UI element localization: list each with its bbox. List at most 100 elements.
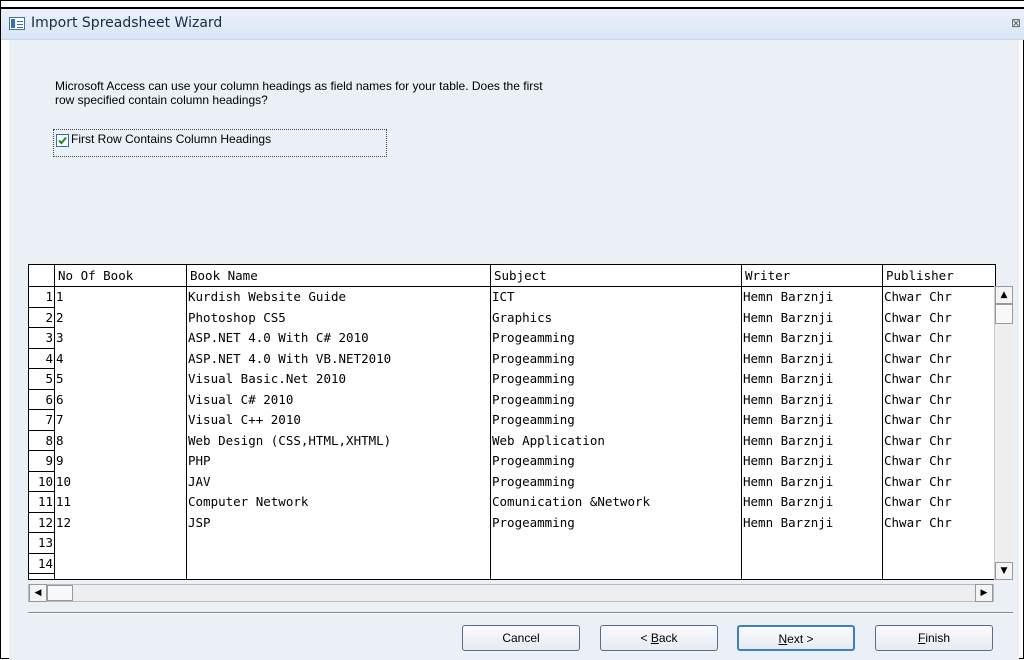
back-button[interactable]: < Back [600,625,718,651]
column-publisher[interactable]: Chwar Chr Chwar Chr Chwar Chr Chwar Chr Chwa… [883,287,995,579]
row-number[interactable]: 6 [29,390,55,410]
table-cell: 3 [56,330,64,345]
close-icon[interactable]: ⊠ [1011,16,1021,30]
table-cell: Hemn Barznji [743,473,834,489]
window-top-edge [1,1,1024,9]
column-header-publisher[interactable]: Publisher [883,265,995,287]
table-cell: Chwar Chr [884,391,952,407]
table-cell [187,533,490,554]
row-number[interactable]: 8 [29,431,55,451]
table-cell: Chwar Chr [884,412,952,427]
column-header-no-of-book[interactable]: No Of Book [55,265,187,287]
table-cell: Hemn Barznji [743,350,834,366]
table-cell [491,533,741,554]
table-cell: 7 [56,412,64,427]
column-header-writer[interactable]: Writer [742,265,883,287]
table-cell: Graphics [492,309,553,325]
footer-divider [28,612,1013,614]
table-cell: 9 [56,453,64,468]
table-cell [187,554,490,575]
cancel-button[interactable]: Cancel [462,625,580,651]
instructions-text: Microsoft Access can use your column hea… [55,79,675,107]
table-cell: Hemn Barznji [743,514,834,530]
row-number[interactable]: 2 [29,308,55,328]
table-cell: Hemn Barznji [743,330,834,345]
row-number[interactable]: 14 [29,554,55,574]
row-number[interactable]: 3 [29,328,55,349]
instructions-line-2: row specified contain column headings? [55,93,268,107]
table-icon [9,17,25,30]
table-cell: Chwar Chr [884,432,952,448]
table-cell: 1 [56,289,64,304]
column-subject[interactable]: ICT Graphics Progeamming Progeamming Progeam… [491,287,742,579]
table-cell: Progeamming [492,350,575,366]
table-cell: Comunication &Network [492,494,651,509]
row-number[interactable]: 10 [29,472,55,492]
column-header-book-name[interactable]: Book Name [187,265,491,287]
table-cell: ASP.NET 4.0 With VB.NET2010 [188,350,392,366]
table-cell: Chwar Chr [884,514,952,530]
column-header-subject[interactable]: Subject [491,265,742,287]
table-cell: Progeamming [492,412,575,427]
table-cell: Visual C# 2010 [188,391,294,407]
check-icon [58,136,67,145]
table-cell: Hemn Barznji [743,309,834,325]
row-numbers: 1 2 3 4 5 6 7 8 9 10 11 12 13 14 [29,287,55,579]
table-cell [55,533,186,554]
row-number[interactable]: 9 [29,451,55,472]
table-cell: PHP [188,453,211,468]
table-cell: Hemn Barznji [743,371,834,386]
row-number[interactable]: 1 [29,287,55,308]
vertical-scroll-thumb[interactable] [995,304,1013,324]
table-cell: Hemn Barznji [743,412,834,427]
table-cell: 8 [56,432,64,448]
vertical-scrollbar[interactable]: ▲ ▼ [994,286,1013,580]
checkbox-box[interactable] [56,134,69,147]
row-number[interactable]: 11 [29,492,55,513]
first-row-headings-checkbox[interactable]: First Row Contains Column Headings [53,129,387,157]
table-cell: Progeamming [492,391,575,407]
horizontal-scroll-thumb[interactable] [47,585,73,601]
table-cell: 10 [56,473,72,489]
scroll-down-icon[interactable]: ▼ [995,562,1013,580]
scroll-right-icon[interactable]: ▶ [975,584,993,602]
table-cell: Progeamming [492,371,575,386]
title-bar[interactable]: Import Spreadsheet Wizard ⊠ [1,9,1024,40]
row-number[interactable]: 4 [29,349,55,369]
row-number[interactable]: 7 [29,410,55,431]
column-book-name[interactable]: Kurdish Website Guide Photoshop CS5 ASP.NE… [187,287,491,579]
table-cell: Chwar Chr [884,473,952,489]
horizontal-scrollbar[interactable]: ◀ ▶ [28,584,994,602]
scroll-left-icon[interactable]: ◀ [29,584,47,602]
table-cell: Chwar Chr [884,309,952,325]
row-number[interactable]: 13 [29,533,55,554]
row-number[interactable]: 5 [29,369,55,390]
table-cell: Kurdish Website Guide [188,289,347,304]
column-no-of-book[interactable]: 1 2 3 4 5 6 7 8 9 10 11 12 [55,287,187,579]
table-cell: Chwar Chr [884,453,952,468]
table-cell: 11 [56,494,72,509]
scroll-up-icon[interactable]: ▲ [995,286,1013,304]
table-cell: Progeamming [492,473,575,489]
checkbox-label: First Row Contains Column Headings [71,132,272,146]
next-button[interactable]: Next > [737,625,855,651]
table-cell: Hemn Barznji [743,432,834,448]
row-number-header [29,265,55,287]
instructions-line-1: Microsoft Access can use your column hea… [55,79,543,93]
table-cell: Chwar Chr [884,371,952,386]
table-cell: Progeamming [492,453,575,468]
table-cell: Hemn Barznji [743,494,834,509]
window-title: Import Spreadsheet Wizard [31,15,223,31]
table-cell [742,533,882,554]
finish-button[interactable]: Finish [875,625,993,651]
table-cell: Web Application [492,432,605,448]
table-cell: Chwar Chr [884,350,952,366]
table-cell [491,554,741,575]
table-cell: 4 [56,350,64,366]
row-number[interactable]: 12 [29,513,55,533]
table-cell: 12 [56,514,72,530]
column-writer[interactable]: Hemn Barznji Hemn Barznji Hemn Barznji Hemn… [742,287,883,579]
table-cell: Hemn Barznji [743,289,834,304]
table-cell: Photoshop CS5 [188,309,286,325]
table-cell: Visual C++ 2010 [188,412,301,427]
